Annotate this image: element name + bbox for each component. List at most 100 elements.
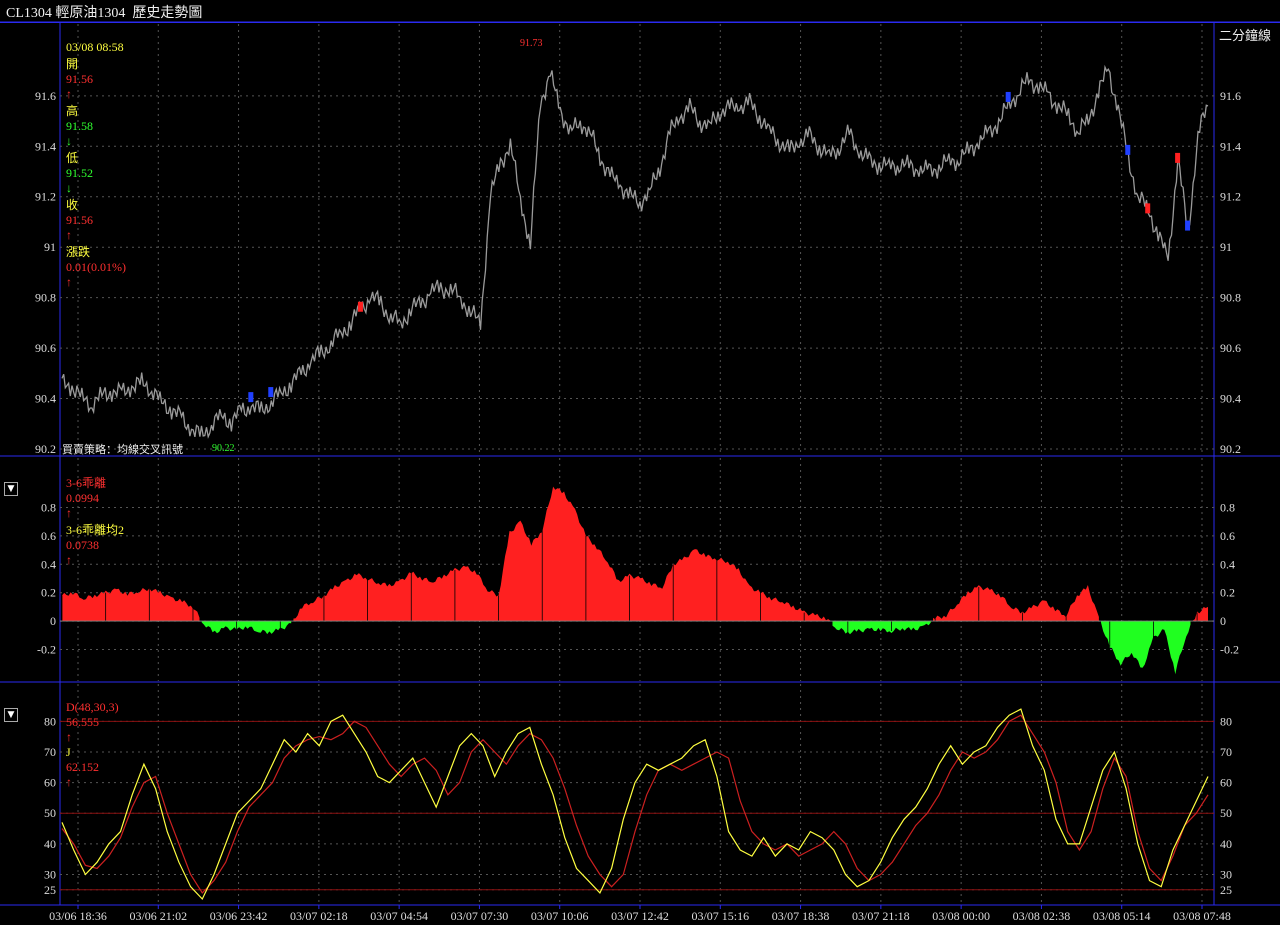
change-value: 0.01(0.01%) xyxy=(66,260,126,274)
y-tick-label-left: 30 xyxy=(44,867,56,881)
x-tick-label: 03/07 12:42 xyxy=(611,909,669,923)
price-header: 03/08 08:58 開 91.56 ↑ 高 91.58 ↓ 低 91.52 … xyxy=(60,25,126,290)
y-tick-label-right: 90.6 xyxy=(1220,341,1241,355)
open-value: 91.56 xyxy=(66,72,93,86)
y-tick-label-right: 0.4 xyxy=(1220,557,1235,571)
x-tick-label: 03/07 02:18 xyxy=(290,909,348,923)
y-tick-label-left: 90.8 xyxy=(35,291,56,305)
y-tick-label-right: 0 xyxy=(1220,614,1226,628)
low-value: 91.52 xyxy=(66,166,93,180)
x-tick-label: 03/08 05:14 xyxy=(1093,909,1151,923)
y-tick-label-left: 91 xyxy=(44,240,56,254)
y-tick-label-left: 0 xyxy=(50,614,56,628)
up-arrow-icon: ↑ xyxy=(66,506,72,520)
y-tick-label-right: 91.2 xyxy=(1220,190,1241,204)
y-tick-label-left: 90.6 xyxy=(35,341,56,355)
close-label: 收 xyxy=(66,198,79,212)
down-arrow-icon: ↓ xyxy=(66,134,72,148)
x-tick-label: 03/06 18:36 xyxy=(49,909,107,923)
max-price-label: 91.73 xyxy=(520,38,543,49)
sell-signal-marker xyxy=(1185,220,1191,231)
up-arrow-icon: ↑ xyxy=(66,553,72,567)
y-tick-label-right: -0.2 xyxy=(1220,642,1239,656)
y-tick-label-left: 70 xyxy=(44,745,56,759)
x-tick-label: 03/06 23:42 xyxy=(210,909,268,923)
y-tick-label-right: 90.8 xyxy=(1220,291,1241,305)
price-date: 03/08 08:58 xyxy=(66,40,124,54)
sell-signal-marker xyxy=(1005,91,1011,102)
y-tick-label-right: 91.4 xyxy=(1220,139,1241,153)
buy-signal-marker xyxy=(1145,203,1151,214)
low-label: 低 xyxy=(66,151,79,165)
high-value: 91.58 xyxy=(66,119,93,133)
x-tick-label: 03/07 04:54 xyxy=(370,909,428,923)
up-arrow-icon: ↑ xyxy=(66,730,72,744)
y-tick-label-left: -0.2 xyxy=(37,642,56,656)
bias-name: 3-6乖離 xyxy=(66,476,106,490)
y-tick-label-left: 0.8 xyxy=(41,501,56,515)
up-arrow-icon: ↑ xyxy=(66,275,72,289)
kdj-j-line xyxy=(61,708,1209,901)
bias-avg-value: 0.0738 xyxy=(66,538,99,552)
open-label: 開 xyxy=(66,57,79,71)
x-tick-label: 03/08 02:38 xyxy=(1013,909,1071,923)
y-tick-label-right: 80 xyxy=(1220,714,1232,728)
y-tick-label-right: 70 xyxy=(1220,745,1232,759)
bias-negative-area xyxy=(832,621,931,635)
bias-header: 3-6乖離 0.0994 ↑ 3-6乖離均2 0.0738 ↑ xyxy=(60,459,124,568)
down-arrow-icon: ↓ xyxy=(66,181,72,195)
y-tick-label-right: 0.6 xyxy=(1220,529,1235,543)
y-tick-label-left: 0.4 xyxy=(41,557,56,571)
min-price-label: 90.22 xyxy=(212,443,235,454)
close-value: 91.56 xyxy=(66,213,93,227)
chart-canvas[interactable]: 91.6 91.6 91.4 91.4 91.2 91.2 91 91 90.8 90.8 90.6… xyxy=(0,0,1280,925)
y-tick-label-left: 90.4 xyxy=(35,392,56,406)
sell-signal-marker xyxy=(248,392,254,403)
kdj-j-value: 62.152 xyxy=(66,760,99,774)
bias-value: 0.0994 xyxy=(66,491,99,505)
y-tick-label-right: 25 xyxy=(1220,883,1232,897)
kdj-header: D(48,30,3) 56.555 ↑ J 62.152 ↑ xyxy=(60,685,119,790)
up-arrow-icon: ↑ xyxy=(66,228,72,242)
x-tick-label: 03/07 07:30 xyxy=(451,909,509,923)
y-tick-label-left: 25 xyxy=(44,883,56,897)
kdj-d-name: D(48,30,3) xyxy=(66,700,119,714)
y-tick-label-left: 60 xyxy=(44,776,56,790)
up-arrow-icon: ↑ xyxy=(66,87,72,101)
bias-positive-area xyxy=(1192,606,1208,622)
bias-collapse-button[interactable]: ▼ xyxy=(4,482,18,496)
kdj-j-name: J xyxy=(66,745,71,759)
y-tick-label-left: 50 xyxy=(44,806,56,820)
buy-signal-marker xyxy=(357,301,363,312)
y-tick-label-left: 40 xyxy=(44,837,56,851)
y-tick-label-right: 30 xyxy=(1220,867,1232,881)
x-tick-label: 03/07 15:16 xyxy=(691,909,749,923)
bias-negative-area xyxy=(201,621,292,635)
period-label: 二分鐘線 xyxy=(1219,28,1272,43)
kdj-collapse-button[interactable]: ▼ xyxy=(4,708,18,722)
y-tick-label-right: 0.8 xyxy=(1220,501,1235,515)
y-tick-label-right: 50 xyxy=(1220,806,1232,820)
y-tick-label-left: 0.2 xyxy=(41,586,56,600)
x-tick-label: 03/07 10:06 xyxy=(531,909,589,923)
y-tick-label-left: 90.2 xyxy=(35,442,56,456)
sell-signal-marker xyxy=(1125,144,1131,155)
y-tick-label-right: 60 xyxy=(1220,776,1232,790)
high-label: 高 xyxy=(66,104,79,118)
y-tick-label-right: 91.6 xyxy=(1220,89,1241,103)
bias-negative-area xyxy=(1101,621,1191,675)
bias-avg-name: 3-6乖離均2 xyxy=(66,523,124,537)
y-tick-label-right: 90.2 xyxy=(1220,442,1241,456)
change-label: 漲跌 xyxy=(66,245,91,259)
buy-signal-marker xyxy=(1175,152,1181,163)
kdj-d-value: 56.555 xyxy=(66,715,99,729)
x-tick-label: 03/08 00:00 xyxy=(932,909,990,923)
y-tick-label-right: 91 xyxy=(1220,240,1232,254)
bias-positive-area xyxy=(293,486,831,622)
up-arrow-icon: ↑ xyxy=(66,775,72,789)
y-tick-label-left: 91.2 xyxy=(35,190,56,204)
bias-positive-area xyxy=(933,585,1099,622)
sell-signal-marker xyxy=(268,387,274,398)
x-tick-label: 03/07 18:38 xyxy=(772,909,830,923)
strategy-label: 買賣策略：均線交叉訊號 xyxy=(62,444,183,456)
